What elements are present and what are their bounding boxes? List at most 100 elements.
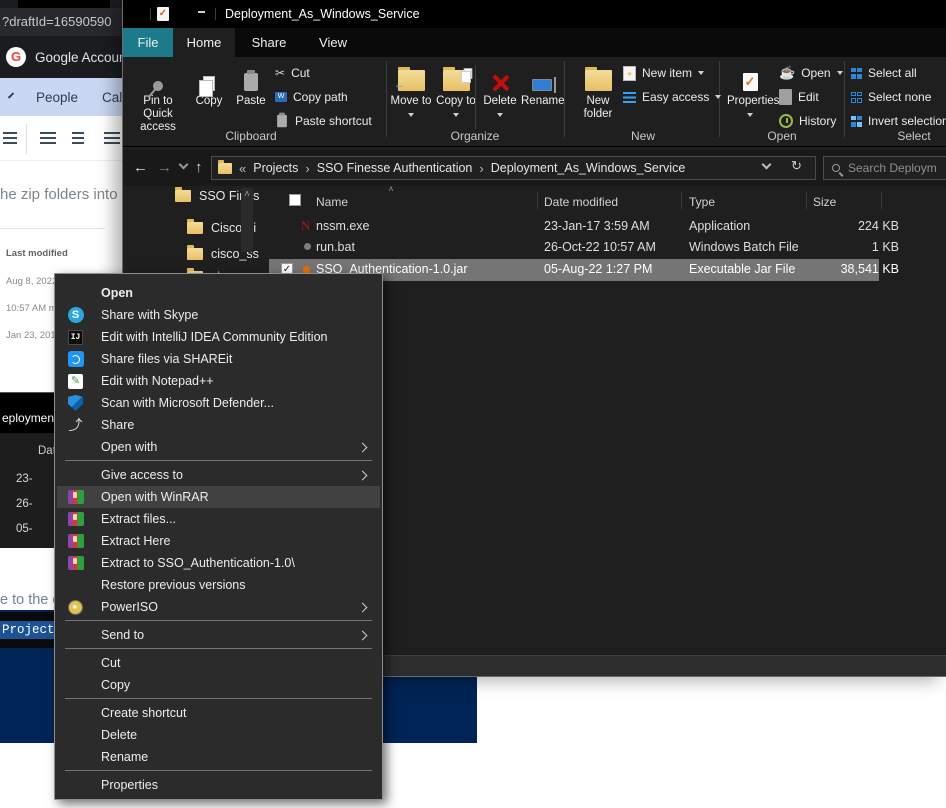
qat-separator	[150, 8, 151, 20]
submenu-arrow-icon	[358, 602, 368, 612]
copy-to-button[interactable]: Copy to	[435, 61, 477, 127]
menu-item-extract-files[interactable]: Extract files...	[57, 508, 380, 530]
copy-path-button[interactable]: W Copy path	[275, 87, 348, 107]
menu-item-share-skype[interactable]: S Share with Skype	[57, 304, 380, 326]
indent-icon[interactable]	[3, 132, 17, 134]
menu-item-properties[interactable]: Properties	[57, 774, 380, 796]
paste-shortcut-icon	[277, 115, 287, 128]
sort-ascending-icon: ᴧ	[389, 184, 393, 193]
pin-to-quick-access-button[interactable]: Pin to Quick access	[131, 61, 185, 127]
menu-item-send-to[interactable]: Send to	[57, 624, 380, 646]
menu-item-share[interactable]: ⤴ Share	[57, 414, 380, 436]
breadcrumb-chevrons[interactable]: «	[239, 161, 246, 176]
open-button[interactable]: ☕ Open	[779, 63, 843, 83]
sidebar-scrollbar[interactable]: ᴧ	[241, 188, 253, 252]
menu-item-open-with[interactable]: Open with	[57, 436, 380, 458]
history-icon	[779, 114, 793, 128]
tab-share[interactable]: Share	[235, 28, 303, 57]
back-button[interactable]: ←	[133, 159, 148, 176]
copy-icon	[189, 61, 229, 91]
cut-button[interactable]: ✂ Cut	[275, 63, 310, 83]
select-none-button[interactable]: Select none	[851, 87, 931, 107]
new-item-button[interactable]: ✦ New item	[623, 63, 704, 83]
column-header-date[interactable]: Date modified	[544, 195, 618, 209]
paste-shortcut-button[interactable]: Paste shortcut	[275, 111, 372, 131]
winrar-icon	[67, 511, 84, 528]
address-bar[interactable]: « Projects › SSO Finesse Authentication …	[211, 156, 816, 180]
paste-button[interactable]: Paste	[231, 61, 271, 127]
menu-item-extract-here[interactable]: Extract Here	[57, 530, 380, 552]
properties-quick-icon[interactable]: ✓	[157, 7, 169, 21]
rename-button[interactable]: Rename	[521, 61, 563, 127]
properties-button[interactable]: ✓ Properties	[727, 61, 773, 127]
ribbon: Pin to Quick access Copy Paste ✂ Cut W C…	[123, 57, 946, 147]
breadcrumb-sso-finesse[interactable]: SSO Finesse Authentication	[317, 161, 473, 175]
edit-button[interactable]: Edit	[779, 87, 819, 107]
menu-item-notepadpp[interactable]: ✎ Edit with Notepad++	[57, 370, 380, 392]
folder-icon	[218, 163, 232, 174]
line-spacing-icon[interactable]	[72, 132, 84, 134]
forward-button[interactable]: →	[157, 159, 172, 176]
group-separator	[844, 61, 845, 137]
search-input[interactable]: Search Deploym	[823, 156, 946, 180]
browser-url-bar[interactable]: ?draftId=16590590	[0, 8, 122, 36]
menu-item-shareit[interactable]: Share files via SHAREit	[57, 348, 380, 370]
column-separator[interactable]	[681, 192, 682, 209]
submenu-arrow-icon	[358, 630, 368, 640]
properties-icon: ✓	[727, 61, 773, 91]
menu-item-give-access[interactable]: Give access to	[57, 464, 380, 486]
breadcrumb-projects[interactable]: Projects	[253, 161, 298, 175]
column-separator[interactable]	[806, 192, 807, 209]
menu-item-delete[interactable]: Delete	[57, 724, 380, 746]
winrar-icon	[67, 555, 84, 572]
align-left-icon[interactable]	[40, 132, 56, 134]
file-type: Executable Jar File	[689, 262, 795, 276]
up-button[interactable]: ↑	[195, 159, 203, 176]
menu-item-create-shortcut[interactable]: Create shortcut	[57, 702, 380, 724]
menu-separator	[65, 460, 372, 461]
menu-item-poweriso[interactable]: PowerISO	[57, 596, 380, 618]
tab-people[interactable]: People	[36, 90, 78, 105]
select-all-checkbox[interactable]	[289, 194, 301, 206]
column-separator[interactable]	[881, 192, 882, 209]
column-header-name[interactable]: Name	[316, 195, 348, 209]
menu-item-open[interactable]: Open	[57, 282, 380, 304]
history-button[interactable]: History	[779, 111, 836, 131]
tab-home[interactable]: Home	[173, 28, 235, 57]
menu-item-copy[interactable]: Copy	[57, 674, 380, 696]
invert-selection-button[interactable]: Invert selection	[851, 111, 946, 131]
menu-item-cut[interactable]: Cut	[57, 652, 380, 674]
breadcrumb-separator: ›	[479, 161, 483, 176]
menu-item-rename[interactable]: Rename	[57, 746, 380, 768]
tab-file[interactable]: File	[123, 28, 173, 57]
menu-item-open-with-winrar[interactable]: Open with WinRAR	[57, 486, 380, 508]
document-text: he zip folders into s	[0, 186, 122, 203]
browser-tab[interactable]	[18, 0, 110, 8]
folder-icon	[187, 222, 203, 234]
copy-button[interactable]: Copy	[189, 61, 229, 127]
menu-item-extract-to[interactable]: Extract to SSO_Authentication-1.0\	[57, 552, 380, 574]
easy-access-button[interactable]: Easy access	[623, 87, 721, 107]
menu-item-restore-versions[interactable]: Restore previous versions	[57, 574, 380, 596]
tab-view[interactable]: View	[303, 28, 363, 57]
recent-locations-chevron-icon[interactable]	[179, 160, 189, 170]
menu-item-intellij[interactable]: IJ Edit with IntelliJ IDEA Community Edi…	[57, 326, 380, 348]
column-separator[interactable]	[537, 192, 538, 209]
file-name: nssm.exe	[316, 219, 370, 233]
refresh-icon[interactable]: ↻	[791, 158, 802, 174]
google-account-row[interactable]: G Google Account	[0, 36, 122, 78]
delete-button[interactable]: Delete	[479, 61, 521, 127]
chevron-down-icon[interactable]	[8, 92, 14, 98]
file-row-run-bat[interactable]: run.bat 26-Oct-22 10:57 AM Windows Batch…	[269, 237, 909, 258]
file-row-nssm[interactable]: N nssm.exe 23-Jan-17 3:59 AM Application…	[269, 216, 909, 237]
move-to-button[interactable]: ← Move to	[389, 61, 433, 127]
align-right-icon[interactable]	[104, 132, 120, 134]
column-header-size[interactable]: Size	[813, 195, 836, 209]
select-all-button[interactable]: Select all	[851, 63, 917, 83]
new-item-icon: ✦	[623, 66, 636, 81]
menu-item-defender-scan[interactable]: Scan with Microsoft Defender...	[57, 392, 380, 414]
new-folder-button[interactable]: New folder	[575, 61, 621, 127]
breadcrumb-deployment[interactable]: Deployment_As_Windows_Service	[491, 161, 686, 175]
column-header-type[interactable]: Type	[689, 195, 715, 209]
new-folder-icon	[575, 61, 621, 91]
